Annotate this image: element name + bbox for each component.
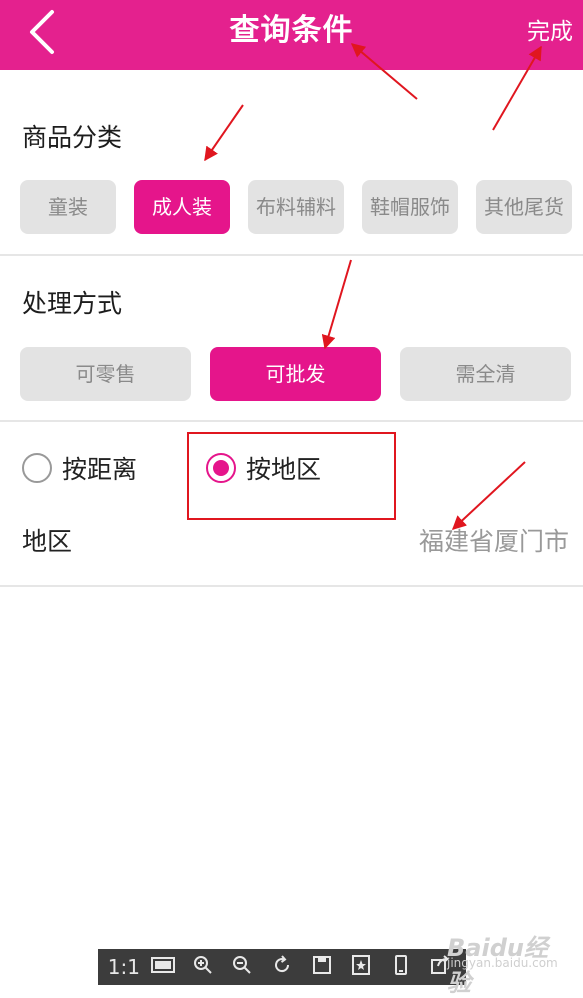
chip-category-adult[interactable]: 成人装 <box>134 180 230 234</box>
radio-by-distance[interactable]: 按距离 <box>22 450 137 486</box>
done-button[interactable]: 完成 <box>527 14 573 50</box>
favorite-icon[interactable] <box>345 954 377 981</box>
actual-size-button[interactable]: 1:1 <box>108 955 140 979</box>
radio-label-distance: 按距离 <box>62 455 138 484</box>
chip-category-children[interactable]: 童装 <box>20 180 116 234</box>
radio-unchecked-icon <box>22 453 52 483</box>
chip-processing-wholesale[interactable]: 可批发 <box>210 347 381 401</box>
divider <box>0 254 583 256</box>
arrow-to-adult-chip <box>204 104 244 162</box>
arrow-to-region-value <box>451 461 526 530</box>
zoom-in-icon[interactable] <box>187 954 219 981</box>
rotate-icon[interactable] <box>266 954 298 981</box>
chip-category-fabric[interactable]: 布料辅料 <box>248 180 344 234</box>
save-icon[interactable] <box>306 954 338 981</box>
image-viewer-toolbar: 1:1 <box>98 949 466 985</box>
divider <box>0 420 583 422</box>
fit-screen-icon[interactable] <box>147 955 179 980</box>
chip-processing-retail[interactable]: 可零售 <box>20 347 191 401</box>
page-title: 查询条件 <box>229 13 354 48</box>
zoom-out-icon[interactable] <box>226 954 258 981</box>
chip-category-shoes-hats[interactable]: 鞋帽服饰 <box>362 180 458 234</box>
top-bar: 查询条件 完成 <box>0 0 583 70</box>
processing-section-title: 处理方式 <box>22 289 123 318</box>
region-value[interactable]: 福建省厦门市 <box>419 522 569 558</box>
annotation-highlight-box <box>187 432 396 520</box>
arrow-to-wholesale-chip <box>321 259 352 350</box>
divider <box>0 585 583 587</box>
baidu-jingyan-watermark: Baidu经验 jingyan.baidu.com <box>447 928 558 997</box>
chip-category-other[interactable]: 其他尾货 <box>476 180 572 234</box>
region-label: 地区 <box>22 527 73 556</box>
phone-icon[interactable] <box>385 954 417 981</box>
chip-processing-clearance[interactable]: 需全清 <box>400 347 571 401</box>
watermark-url: jingyan.baidu.com <box>447 956 558 970</box>
category-section-title: 商品分类 <box>22 123 123 152</box>
